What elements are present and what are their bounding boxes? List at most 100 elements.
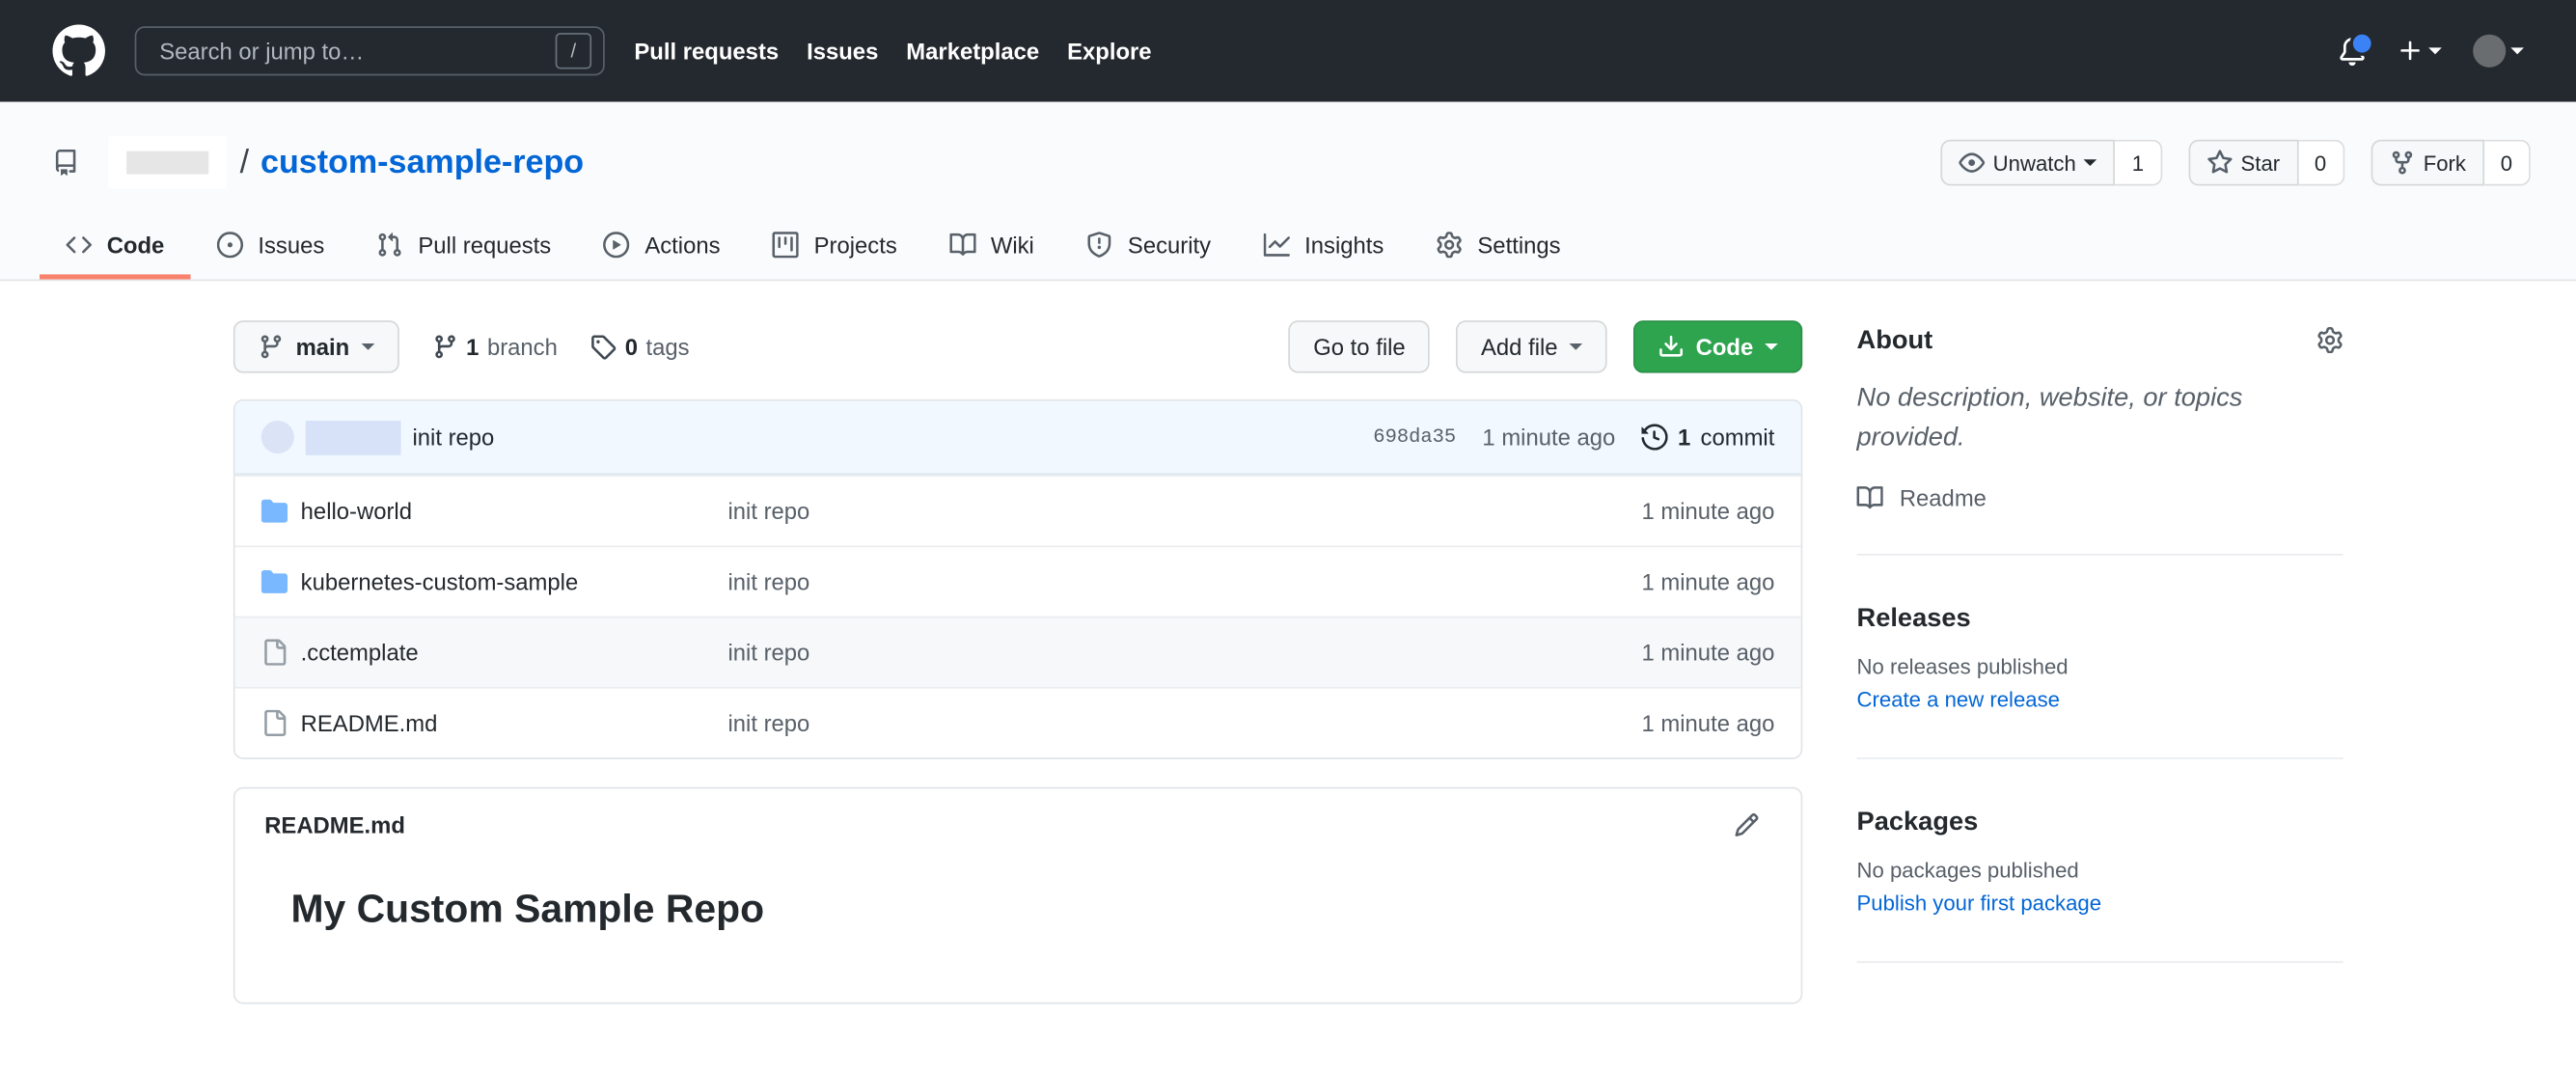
book-icon	[1857, 484, 1883, 510]
sidebar-divider	[1856, 961, 2343, 964]
nav-explore[interactable]: Explore	[1067, 38, 1151, 64]
packages-section: Packages No packages published Publish y…	[1857, 759, 2343, 919]
edit-readme-pencil-icon[interactable]	[1734, 811, 1760, 837]
stars-count[interactable]: 0	[2297, 139, 2344, 186]
file-commit-message[interactable]: init repo	[727, 498, 1641, 524]
fork-group: Fork 0	[2370, 139, 2531, 186]
publish-package-link[interactable]: Publish your first package	[1857, 891, 2102, 916]
file-commit-time: 1 minute ago	[1641, 709, 1775, 736]
notifications-bell-icon[interactable]	[2339, 30, 2375, 65]
chevron-down-icon	[1765, 343, 1778, 350]
releases-section: Releases No releases published Create a …	[1857, 556, 2343, 715]
tab-wiki[interactable]: Wiki	[923, 213, 1060, 279]
unwatch-button[interactable]: Unwatch	[1940, 139, 2116, 186]
about-title: About	[1856, 326, 1933, 355]
user-menu[interactable]	[2473, 34, 2524, 68]
add-file-button[interactable]: Add file	[1456, 320, 1607, 373]
releases-empty-text: No releases published	[1856, 653, 2069, 679]
sidebar: About No description, website, or topics…	[1856, 320, 2343, 1004]
commit-sha-link[interactable]: 698da35	[1373, 425, 1456, 449]
star-icon	[2206, 150, 2233, 176]
file-commit-message[interactable]: init repo	[727, 710, 1641, 736]
history-icon	[1642, 424, 1668, 450]
create-release-link[interactable]: Create a new release	[1857, 687, 2060, 712]
tab-actions[interactable]: Actions	[577, 213, 746, 279]
forks-count[interactable]: 0	[2483, 139, 2531, 186]
latest-commit-bar: init repo 698da35 1 minute ago 1 commit	[234, 400, 1801, 476]
avatar	[2473, 34, 2507, 68]
tab-code[interactable]: Code	[40, 213, 191, 279]
about-description: No description, website, or topics provi…	[1856, 384, 2243, 453]
file-name-link[interactable]: kubernetes-custom-sample	[301, 568, 728, 594]
file-name-link[interactable]: README.md	[301, 710, 728, 736]
slash-key-hint: /	[555, 33, 592, 69]
download-icon	[1658, 334, 1684, 360]
header-right-cluster	[2339, 30, 2524, 68]
commit-author-avatar[interactable]	[260, 421, 294, 454]
file-name-link[interactable]: hello-world	[301, 498, 728, 524]
file-commit-message[interactable]: init repo	[727, 640, 1641, 666]
eye-icon	[1959, 150, 1985, 176]
commit-message-link[interactable]: init repo	[412, 424, 494, 450]
tab-security[interactable]: Security	[1060, 213, 1237, 279]
top-header: / Pull requests Issues Marketplace Explo…	[0, 0, 2576, 102]
fork-button[interactable]: Fork	[2370, 139, 2484, 186]
tab-settings[interactable]: Settings	[1411, 213, 1587, 279]
chevron-down-icon	[1569, 343, 1583, 350]
file-row[interactable]: .cctemplate init repo 1 minute ago	[234, 616, 1801, 687]
readme-card: README.md My Custom Sample Repo	[233, 786, 1803, 1004]
file-row[interactable]: kubernetes-custom-sample init repo 1 min…	[234, 545, 1801, 616]
star-group: Star 0	[2188, 139, 2344, 186]
chevron-down-icon	[2084, 159, 2097, 167]
nav-issues[interactable]: Issues	[807, 38, 878, 64]
watch-group: Unwatch 1	[1940, 139, 2162, 186]
branches-link[interactable]: 1 branch	[431, 334, 558, 360]
create-new-button[interactable]	[2398, 38, 2442, 64]
repo-actions: Unwatch 1 Star 0 Fork 0	[1940, 139, 2531, 186]
search-input[interactable]	[155, 36, 556, 67]
file-row[interactable]: hello-world init repo 1 minute ago	[234, 475, 1801, 545]
file-name-link[interactable]: .cctemplate	[301, 640, 728, 666]
repo-name-link[interactable]: custom-sample-repo	[260, 144, 584, 181]
nav-pull-requests[interactable]: Pull requests	[634, 38, 779, 64]
readme-filename: README.md	[264, 811, 405, 838]
search-box[interactable]: /	[134, 26, 605, 76]
readme-header: README.md	[235, 789, 1801, 848]
tags-link[interactable]: 0 tags	[590, 334, 690, 360]
file-icon	[261, 640, 288, 666]
issue-icon	[217, 232, 243, 258]
git-branch-icon	[431, 334, 457, 360]
readme-heading: My Custom Sample Repo	[290, 887, 765, 932]
project-icon	[773, 232, 799, 258]
star-button[interactable]: Star	[2188, 139, 2298, 186]
nav-marketplace[interactable]: Marketplace	[906, 38, 1039, 64]
watchers-count[interactable]: 1	[2115, 139, 2162, 186]
goto-file-button[interactable]: Go to file	[1288, 320, 1431, 373]
readme-body: My Custom Sample Repo	[235, 848, 1801, 1002]
about-settings-gear-icon[interactable]	[2316, 327, 2343, 353]
chevron-down-icon	[2510, 47, 2524, 55]
repo-book-icon	[53, 150, 79, 176]
repo-owner-redacted[interactable]	[108, 136, 228, 189]
graph-icon	[1264, 232, 1290, 258]
tab-issues[interactable]: Issues	[191, 213, 351, 279]
commits-history-link[interactable]: 1 commit	[1642, 424, 1774, 451]
readme-anchor-link[interactable]: Readme	[1857, 484, 2343, 511]
file-commit-time: 1 minute ago	[1641, 568, 1775, 595]
file-row[interactable]: README.md init repo 1 minute ago	[234, 686, 1801, 757]
folder-icon	[261, 568, 288, 594]
branch-selector-button[interactable]: main	[233, 320, 399, 373]
commit-author-redacted[interactable]	[305, 420, 401, 454]
notification-dot	[2349, 30, 2375, 56]
github-repo-page: / Pull requests Issues Marketplace Explo…	[0, 0, 2576, 1070]
github-logo-icon[interactable]	[53, 25, 106, 78]
shield-icon	[1086, 232, 1112, 258]
file-commit-message[interactable]: init repo	[727, 568, 1641, 594]
tab-pull-requests[interactable]: Pull requests	[351, 213, 578, 279]
tab-projects[interactable]: Projects	[747, 213, 923, 279]
files-card: init repo 698da35 1 minute ago 1 commit h…	[233, 398, 1803, 759]
tab-insights[interactable]: Insights	[1237, 213, 1410, 279]
code-download-button[interactable]: Code	[1632, 320, 1803, 373]
breadcrumb-separator: /	[239, 144, 250, 180]
pull-request-icon	[377, 232, 403, 258]
